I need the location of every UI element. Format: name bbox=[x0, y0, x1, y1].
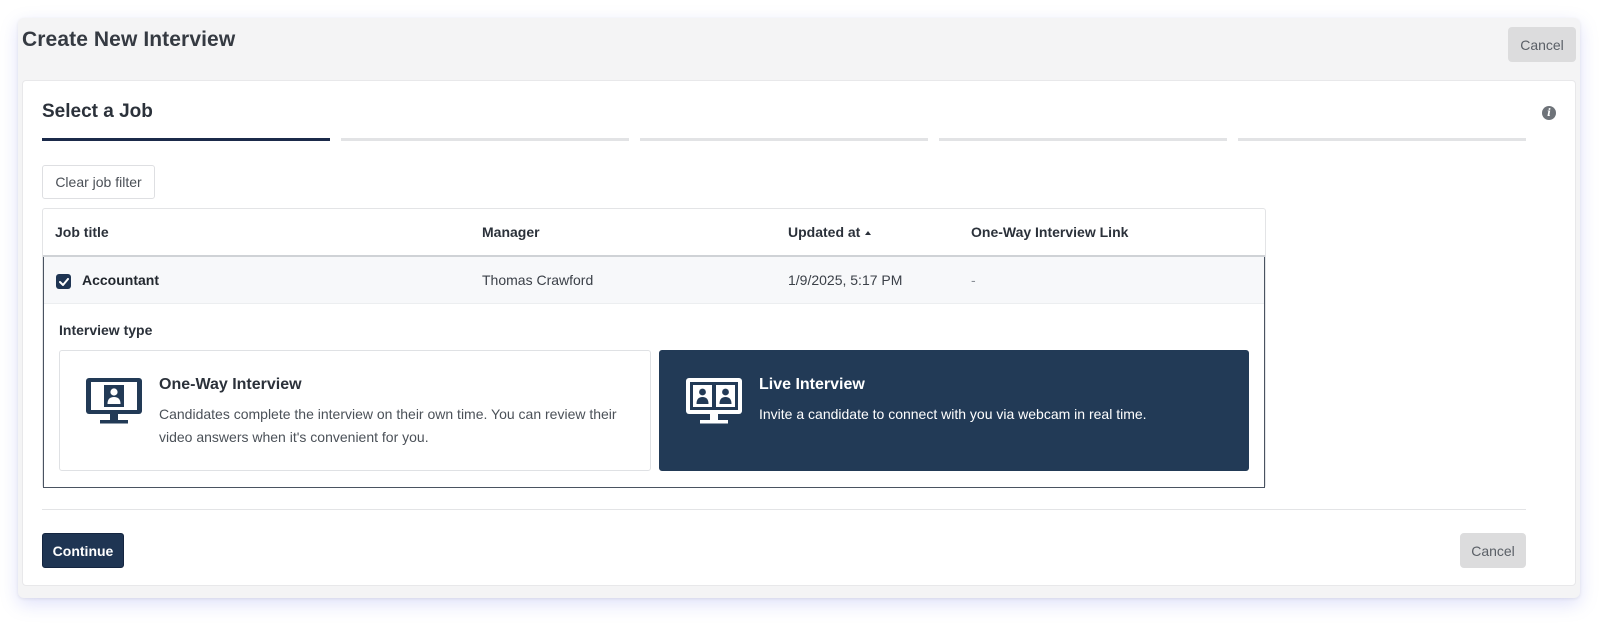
column-header-one-way-link[interactable]: One-Way Interview Link bbox=[971, 224, 1128, 240]
step-indicator-1 bbox=[42, 138, 330, 141]
column-header-updated-at[interactable]: Updated at bbox=[788, 224, 872, 240]
step-indicator-3 bbox=[640, 138, 928, 141]
checkmark-icon bbox=[58, 277, 69, 286]
row-checkbox[interactable] bbox=[56, 274, 71, 289]
one-way-interview-title: One-Way Interview bbox=[159, 376, 302, 393]
live-interview-title: Live Interview bbox=[759, 376, 865, 393]
live-interview-option[interactable]: Live Interview Invite a candidate to con… bbox=[659, 350, 1249, 471]
one-way-link-cell: - bbox=[971, 272, 976, 288]
continue-button[interactable]: Continue bbox=[42, 533, 124, 568]
step-indicator-5 bbox=[1238, 138, 1526, 141]
manager-cell: Thomas Crawford bbox=[482, 272, 594, 288]
footer-cancel-button[interactable]: Cancel bbox=[1460, 533, 1526, 568]
info-icon[interactable]: i bbox=[1542, 106, 1556, 120]
header-cancel-button[interactable]: Cancel bbox=[1508, 27, 1576, 62]
table-row[interactable]: Accountant Thomas Crawford 1/9/2025, 5:1… bbox=[44, 257, 1264, 304]
job-title-cell[interactable]: Accountant bbox=[82, 272, 159, 288]
wizard-panel: Select a Job i Clear job filter Job titl… bbox=[22, 80, 1576, 586]
updated-at-cell: 1/9/2025, 5:17 PM bbox=[788, 272, 903, 288]
monitor-single-person-icon bbox=[86, 378, 142, 424]
one-way-interview-option[interactable]: One-Way Interview Candidates complete th… bbox=[59, 350, 651, 471]
clear-job-filter-button[interactable]: Clear job filter bbox=[42, 165, 155, 199]
monitor-two-people-icon bbox=[686, 378, 742, 424]
page-title: Create New Interview bbox=[22, 28, 236, 51]
column-header-job-title[interactable]: Job title bbox=[55, 224, 109, 240]
live-interview-description: Invite a candidate to connect with you v… bbox=[759, 406, 1147, 422]
one-way-interview-description: Candidates complete the interview on the… bbox=[159, 406, 617, 445]
column-label: Updated at bbox=[788, 224, 861, 240]
jobs-table: Job title Manager Updated at One-Way Int… bbox=[42, 208, 1266, 488]
footer-divider bbox=[42, 509, 1526, 510]
step-indicator-4 bbox=[939, 138, 1227, 141]
step-title: Select a Job bbox=[42, 101, 153, 122]
column-label: Manager bbox=[482, 224, 540, 240]
column-header-manager[interactable]: Manager bbox=[482, 224, 540, 240]
create-interview-modal: Create New Interview Cancel Select a Job… bbox=[18, 18, 1580, 598]
selected-job-expanded: Accountant Thomas Crawford 1/9/2025, 5:1… bbox=[43, 257, 1265, 488]
sort-ascending-icon bbox=[865, 230, 872, 235]
interview-type-label: Interview type bbox=[59, 322, 153, 338]
step-indicator-2 bbox=[341, 138, 629, 141]
column-label: One-Way Interview Link bbox=[971, 224, 1129, 240]
modal-header: Create New Interview Cancel bbox=[18, 18, 1580, 80]
column-label: Job title bbox=[55, 224, 109, 240]
